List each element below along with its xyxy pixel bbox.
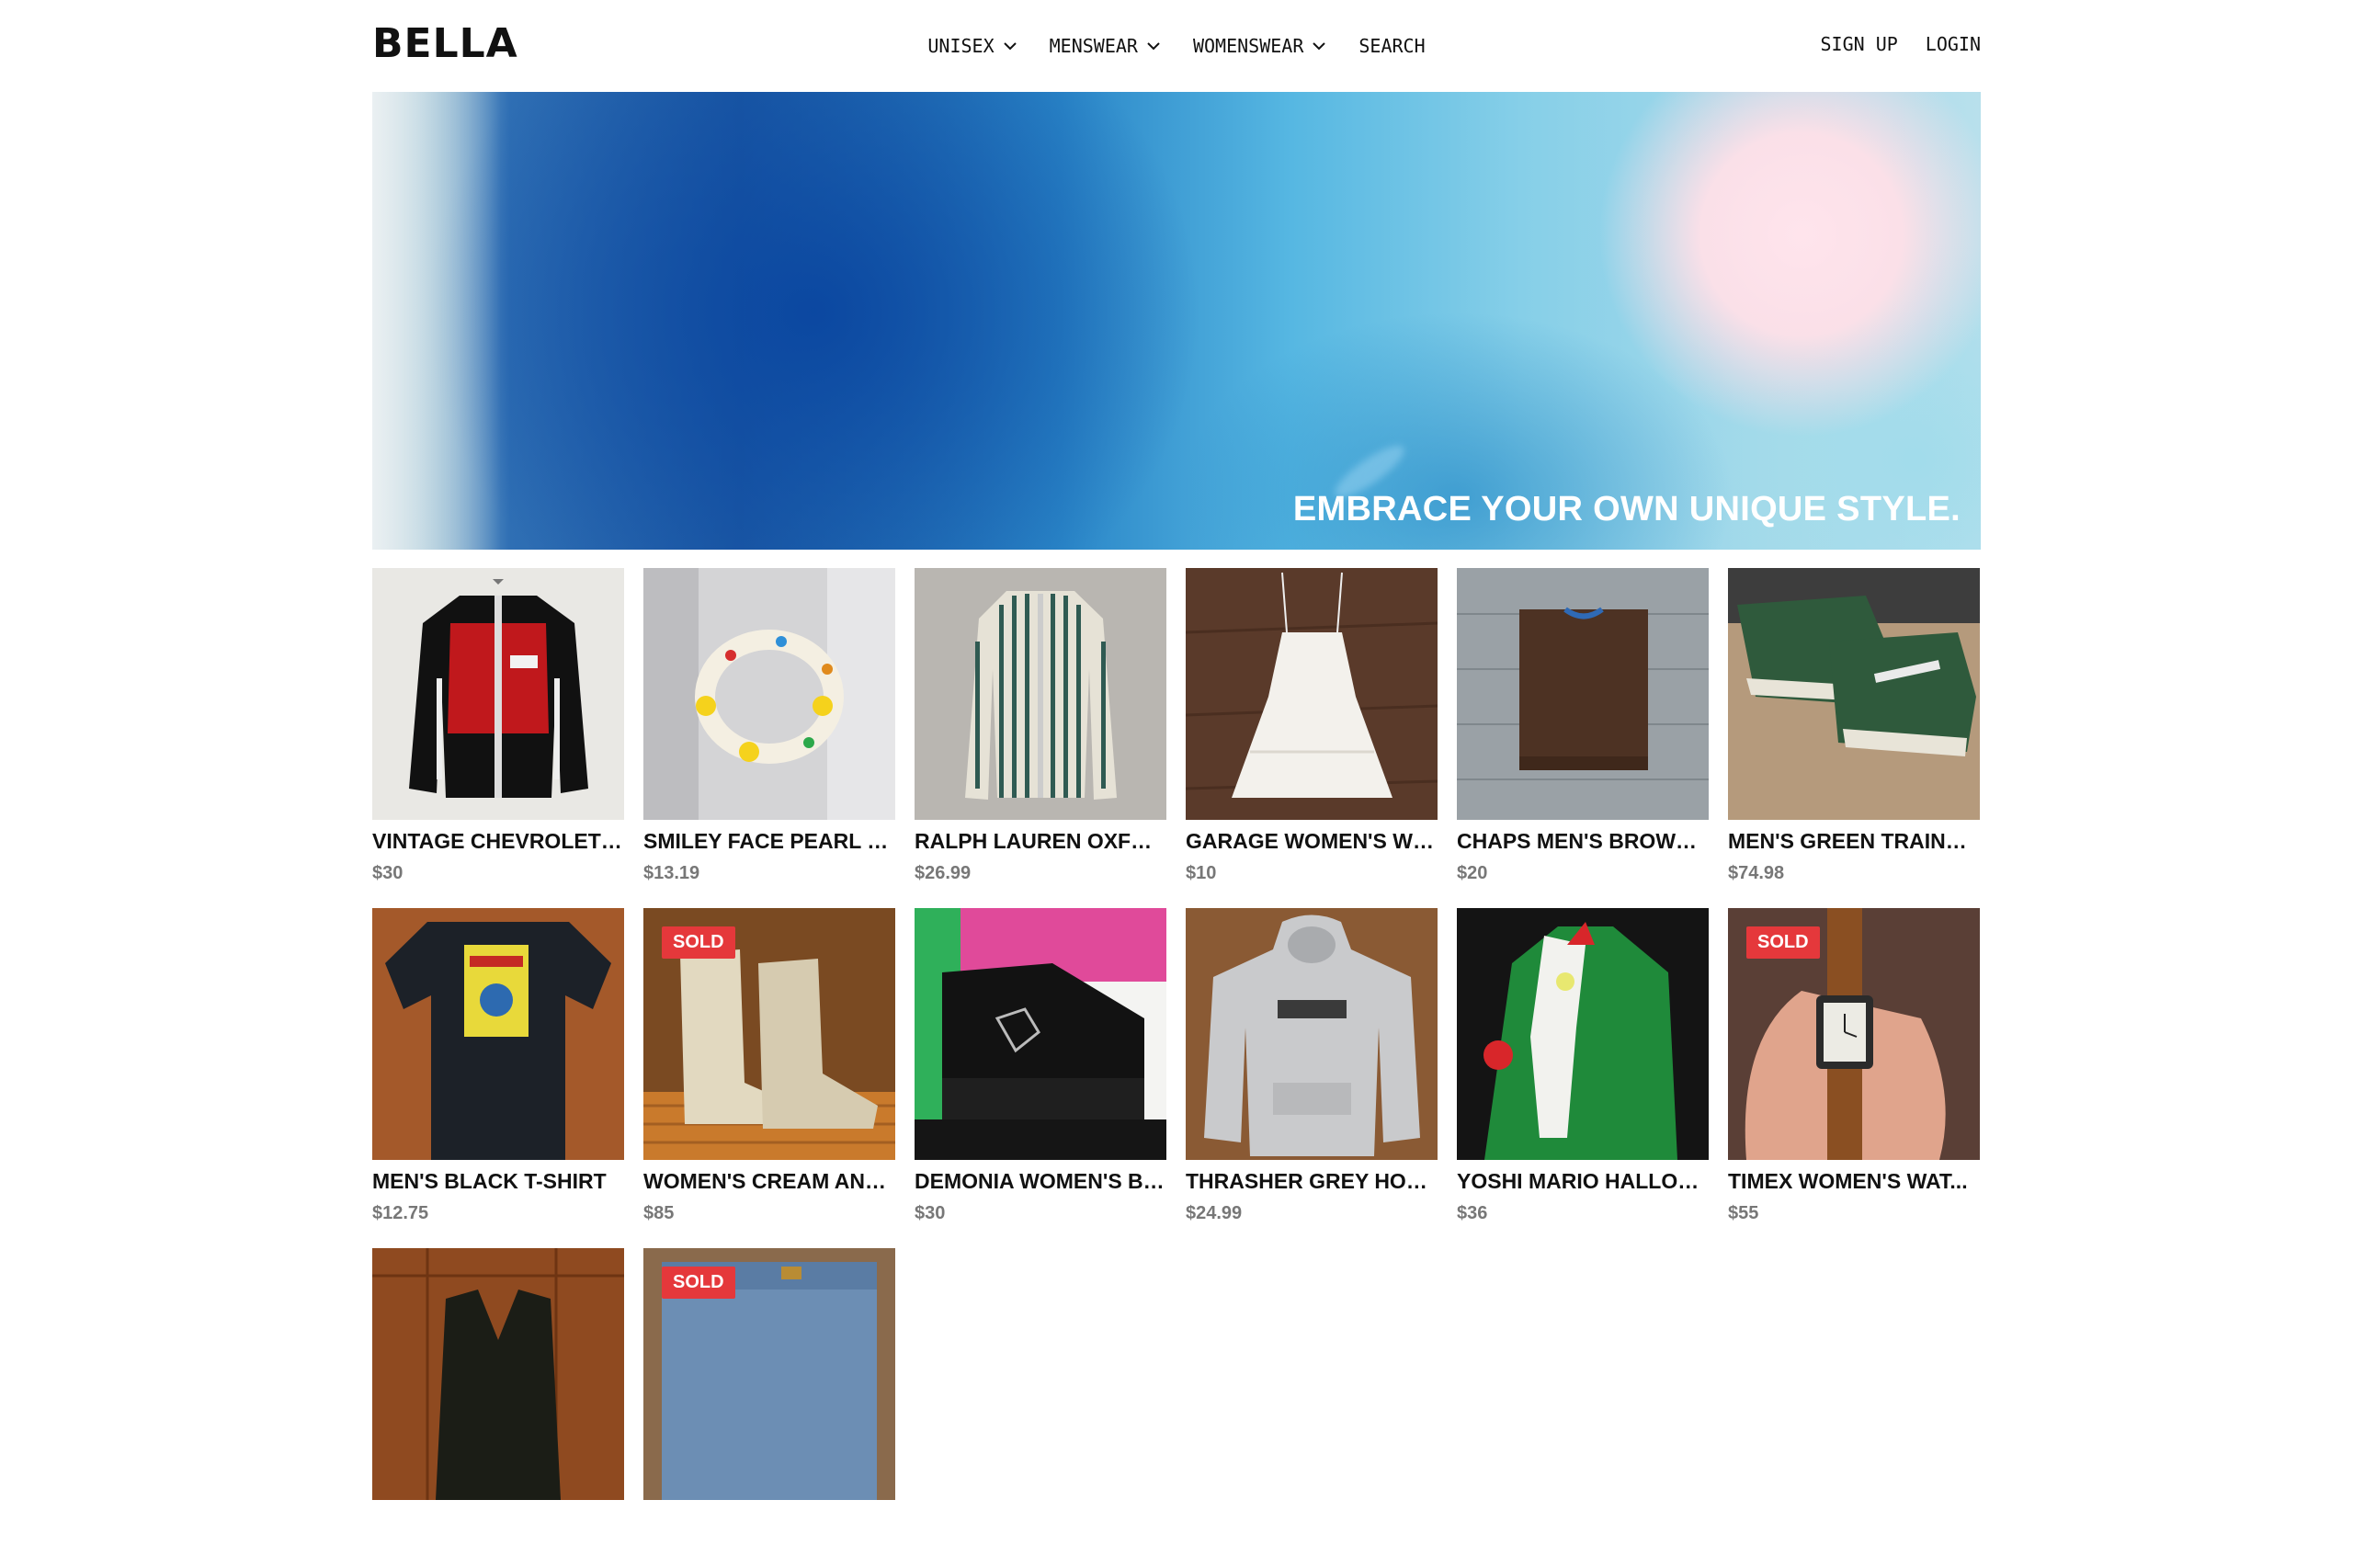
- product-image-denim-jeans: SOLD: [643, 1248, 895, 1500]
- auth-links: SIGN UP LOGIN: [1820, 33, 1981, 55]
- hero-tagline: EMBRACE YOUR OWN UNIQUE STYLE.: [1292, 490, 1961, 528]
- product-price: $20: [1457, 863, 1488, 883]
- nav-womenswear-label: WOMENSWEAR: [1192, 35, 1304, 57]
- nav-womenswear[interactable]: WOMENSWEAR: [1193, 33, 1327, 59]
- hero-banner: EMBRACE YOUR OWN UNIQUE STYLE.: [372, 92, 1981, 550]
- login-link[interactable]: LOGIN: [1926, 33, 1981, 55]
- product-image-bracelet: [643, 568, 895, 820]
- product-price: $24.99: [1186, 1203, 1243, 1223]
- main-nav: UNISEX MENSWEAR WOMENSWEAR SEARCH: [372, 33, 1981, 59]
- product-card[interactable]: SMILEY FACE PEARL B... $13.19: [643, 568, 895, 888]
- product-card[interactable]: RALPH LAUREN OXFOR... $26.99: [915, 568, 1166, 888]
- product-card[interactable]: SOLD: [643, 1248, 895, 1568]
- product-title: VINTAGE CHEVROLET ...: [372, 829, 624, 853]
- product-image-cowboy-boots: SOLD: [643, 908, 895, 1160]
- product-card[interactable]: VINTAGE CHEVROLET ... $30: [372, 568, 624, 888]
- product-price: $85: [643, 1203, 675, 1223]
- product-title: YOSHI MARIO HALLOW...: [1457, 1169, 1709, 1193]
- product-price: $30: [372, 863, 404, 883]
- product-image-platform-shoes: [915, 908, 1166, 1160]
- product-card[interactable]: [372, 1248, 624, 1568]
- product-card[interactable]: CHAPS MEN'S BROWN ... $20: [1457, 568, 1709, 888]
- product-image-black-tshirt: [372, 908, 624, 1160]
- product-card[interactable]: SOLD TIMEX WOMEN'S WAT... $55: [1728, 908, 1980, 1228]
- product-card[interactable]: GARAGE WOMEN'S WH... $10: [1186, 568, 1438, 888]
- product-image-leather-vest: [372, 1248, 624, 1500]
- product-title: WOMEN'S CREAM AND...: [643, 1169, 895, 1193]
- product-card[interactable]: DEMONIA WOMEN'S BL... $30: [915, 908, 1166, 1228]
- product-price: $55: [1728, 1203, 1759, 1223]
- nav-search[interactable]: SEARCH: [1358, 33, 1425, 59]
- product-image-green-trainers: [1728, 568, 1980, 820]
- product-title: THRASHER GREY HOO...: [1186, 1169, 1438, 1193]
- sold-badge: SOLD: [662, 926, 735, 959]
- nav-unisex[interactable]: UNISEX: [927, 33, 1017, 59]
- product-image-striped-shirt: [915, 568, 1166, 820]
- chevron-down-icon: [1313, 42, 1326, 51]
- nav-menswear[interactable]: MENSWEAR: [1050, 33, 1162, 59]
- sold-badge: SOLD: [1746, 926, 1820, 959]
- hero-image-blur: [372, 92, 501, 550]
- product-image-yoshi-costume: [1457, 908, 1709, 1160]
- product-title: TIMEX WOMEN'S WAT...: [1728, 1169, 1968, 1193]
- product-title: MEN'S GREEN TRAINERS: [1728, 829, 1980, 853]
- chevron-down-icon: [1003, 42, 1017, 51]
- product-card[interactable]: SOLD WOMEN'S CREAM AND... $85: [643, 908, 895, 1228]
- product-image-jacket: [372, 568, 624, 820]
- product-card[interactable]: MEN'S BLACK T-SHIRT $12.75: [372, 908, 624, 1228]
- nav-unisex-label: UNISEX: [927, 35, 995, 57]
- product-price: $74.98: [1728, 863, 1785, 883]
- product-grid: VINTAGE CHEVROLET ... $30 SMILEY FACE PE…: [372, 568, 1981, 1568]
- product-card[interactable]: MEN'S GREEN TRAINERS $74.98: [1728, 568, 1980, 888]
- product-price: $30: [915, 1203, 946, 1223]
- product-title: GARAGE WOMEN'S WH...: [1186, 829, 1438, 853]
- product-image-brown-sweater: [1457, 568, 1709, 820]
- nav-menswear-label: MENSWEAR: [1049, 35, 1138, 57]
- product-price: $26.99: [915, 863, 972, 883]
- site-header: BELLA UNISEX MENSWEAR WOMENSWEAR SEARCH …: [372, 0, 1981, 92]
- page: BELLA UNISEX MENSWEAR WOMENSWEAR SEARCH …: [372, 0, 1981, 1500]
- product-title: SMILEY FACE PEARL B...: [643, 829, 895, 853]
- product-image-grey-hoodie: [1186, 908, 1438, 1160]
- chevron-down-icon: [1147, 42, 1160, 51]
- product-price: $10: [1186, 863, 1217, 883]
- sold-badge: SOLD: [662, 1267, 735, 1299]
- signup-link[interactable]: SIGN UP: [1820, 33, 1897, 55]
- product-card[interactable]: YOSHI MARIO HALLOW... $36: [1457, 908, 1709, 1228]
- product-title: MEN'S BLACK T-SHIRT: [372, 1169, 607, 1193]
- product-title: DEMONIA WOMEN'S BL...: [915, 1169, 1166, 1193]
- product-price: $36: [1457, 1203, 1488, 1223]
- product-title: CHAPS MEN'S BROWN ...: [1457, 829, 1709, 853]
- product-price: $13.19: [643, 863, 700, 883]
- product-image-leather-watch: SOLD: [1728, 908, 1980, 1160]
- nav-search-label: SEARCH: [1358, 35, 1426, 57]
- product-image-white-dress: [1186, 568, 1438, 820]
- product-price: $12.75: [372, 1203, 429, 1223]
- product-title: RALPH LAUREN OXFOR...: [915, 829, 1166, 853]
- product-card[interactable]: THRASHER GREY HOO... $24.99: [1186, 908, 1438, 1228]
